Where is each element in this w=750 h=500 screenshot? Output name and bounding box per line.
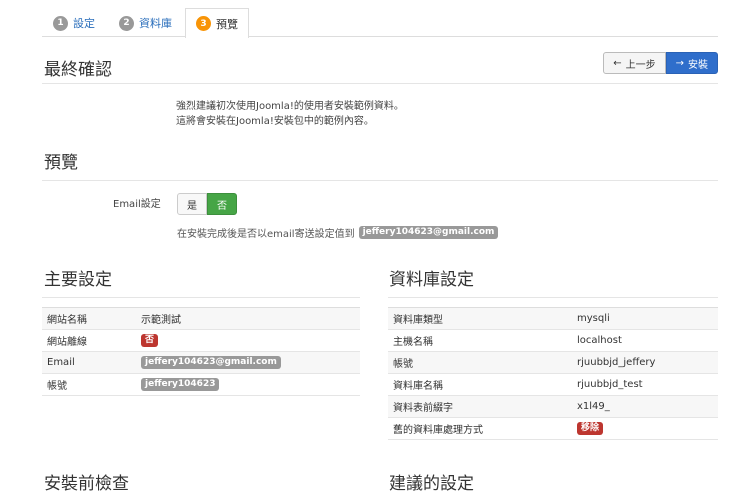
step-number-badge: 3 [196,16,211,31]
table-row: 主機名稱 localhost [388,329,718,352]
row-value: mysqli [572,307,718,330]
table-row: 資料庫名稱 rjuubbjd_test [388,373,718,396]
email-setting-toggle: 是 否 [177,193,237,215]
table-row: 網站離線 否 [42,329,360,352]
table-row: 網站名稱 示範測試 [42,307,360,330]
row-label: 舊的資料庫處理方式 [388,417,572,440]
value-badge: jeffery104623@gmail.com [141,356,281,369]
page-title: 最終確認 [44,60,112,79]
divider [388,297,718,298]
divider [42,297,360,298]
precheck-title: 安裝前檢查 [44,474,129,493]
table-row: 資料庫類型 mysqli [388,307,718,330]
sample-data-note-line1: 強烈建議初次使用Joomla!的使用者安裝範例資料。 [176,101,404,112]
database-settings-table: 資料庫類型 mysqli 主機名稱 localhost 帳號 rjuubbjd_… [388,307,718,440]
email-badge: jeffery104623@gmail.com [358,226,499,239]
tab-label: 預覽 [216,17,238,31]
divider [42,180,718,181]
preview-title: 預覽 [44,153,78,172]
arrow-left-icon: ← [613,57,622,69]
row-value: rjuubbjd_test [572,373,718,396]
table-row: 帳號 jeffery104623 [42,373,360,396]
previous-button-label: 上一步 [625,59,656,71]
arrow-right-icon: → [675,57,684,69]
step-number-badge: 2 [119,15,134,31]
previous-button[interactable]: ← 上一步 [603,52,666,74]
row-label: Email [42,351,136,374]
email-help-label: 在安裝完成後是否以email寄送設定值到 [177,229,355,240]
row-label: 資料庫名稱 [388,373,572,396]
install-button[interactable]: → 安裝 [665,52,718,74]
tab-database[interactable]: 2 資料庫 [108,8,183,37]
install-steps-tabs: 1 設定 2 資料庫 3 預覽 [42,8,718,38]
sample-data-note: 強烈建議初次使用Joomla!的使用者安裝範例資料。 這將會安裝在Joomla!… [176,99,404,129]
row-value: 否 [136,329,360,352]
step-number-badge: 1 [53,15,68,31]
row-value: localhost [572,329,718,352]
main-settings-table: 網站名稱 示範測試 網站離線 否 Email jeffery104623@gma… [42,307,360,396]
email-yes-button[interactable]: 是 [177,193,207,215]
value-badge: jeffery104623 [141,378,220,391]
row-value: 移除 [572,417,718,440]
row-label: 帳號 [42,373,136,396]
email-help-text: 在安裝完成後是否以email寄送設定值到 jeffery104623@gmail… [177,225,499,240]
recommended-settings-title: 建議的設定 [389,474,474,493]
tab-preview[interactable]: 3 預覽 [185,8,249,38]
row-label: 資料庫類型 [388,307,572,330]
row-value: x1l49_ [572,395,718,418]
row-value: jeffery104623 [136,373,360,396]
row-value: rjuubbjd_jeffery [572,351,718,374]
email-setting-label: Email設定 [113,199,161,210]
table-row: 資料表前綴字 x1l49_ [388,395,718,418]
row-label: 網站離線 [42,329,136,352]
action-buttons: ← 上一步 → 安裝 [603,52,718,74]
row-value: 示範測試 [136,307,360,330]
sample-data-note-line2: 這將會安裝在Joomla!安裝包中的範例內容。 [176,116,374,127]
row-label: 網站名稱 [42,307,136,330]
database-settings-title: 資料庫設定 [389,270,474,289]
status-badge: 否 [141,334,159,347]
table-row: 帳號 rjuubbjd_jeffery [388,351,718,374]
tab-label: 設定 [73,17,95,30]
row-label: 資料表前綴字 [388,395,572,418]
divider [42,83,718,84]
tab-settings[interactable]: 1 設定 [42,8,106,37]
main-settings-title: 主要設定 [44,270,112,289]
row-label: 帳號 [388,351,572,374]
status-badge: 移除 [577,422,604,435]
table-row: 舊的資料庫處理方式 移除 [388,417,718,440]
tab-label: 資料庫 [139,17,172,30]
row-label: 主機名稱 [388,329,572,352]
email-no-button[interactable]: 否 [207,193,237,215]
install-button-label: 安裝 [688,59,708,71]
row-value: jeffery104623@gmail.com [136,351,360,374]
table-row: Email jeffery104623@gmail.com [42,351,360,374]
